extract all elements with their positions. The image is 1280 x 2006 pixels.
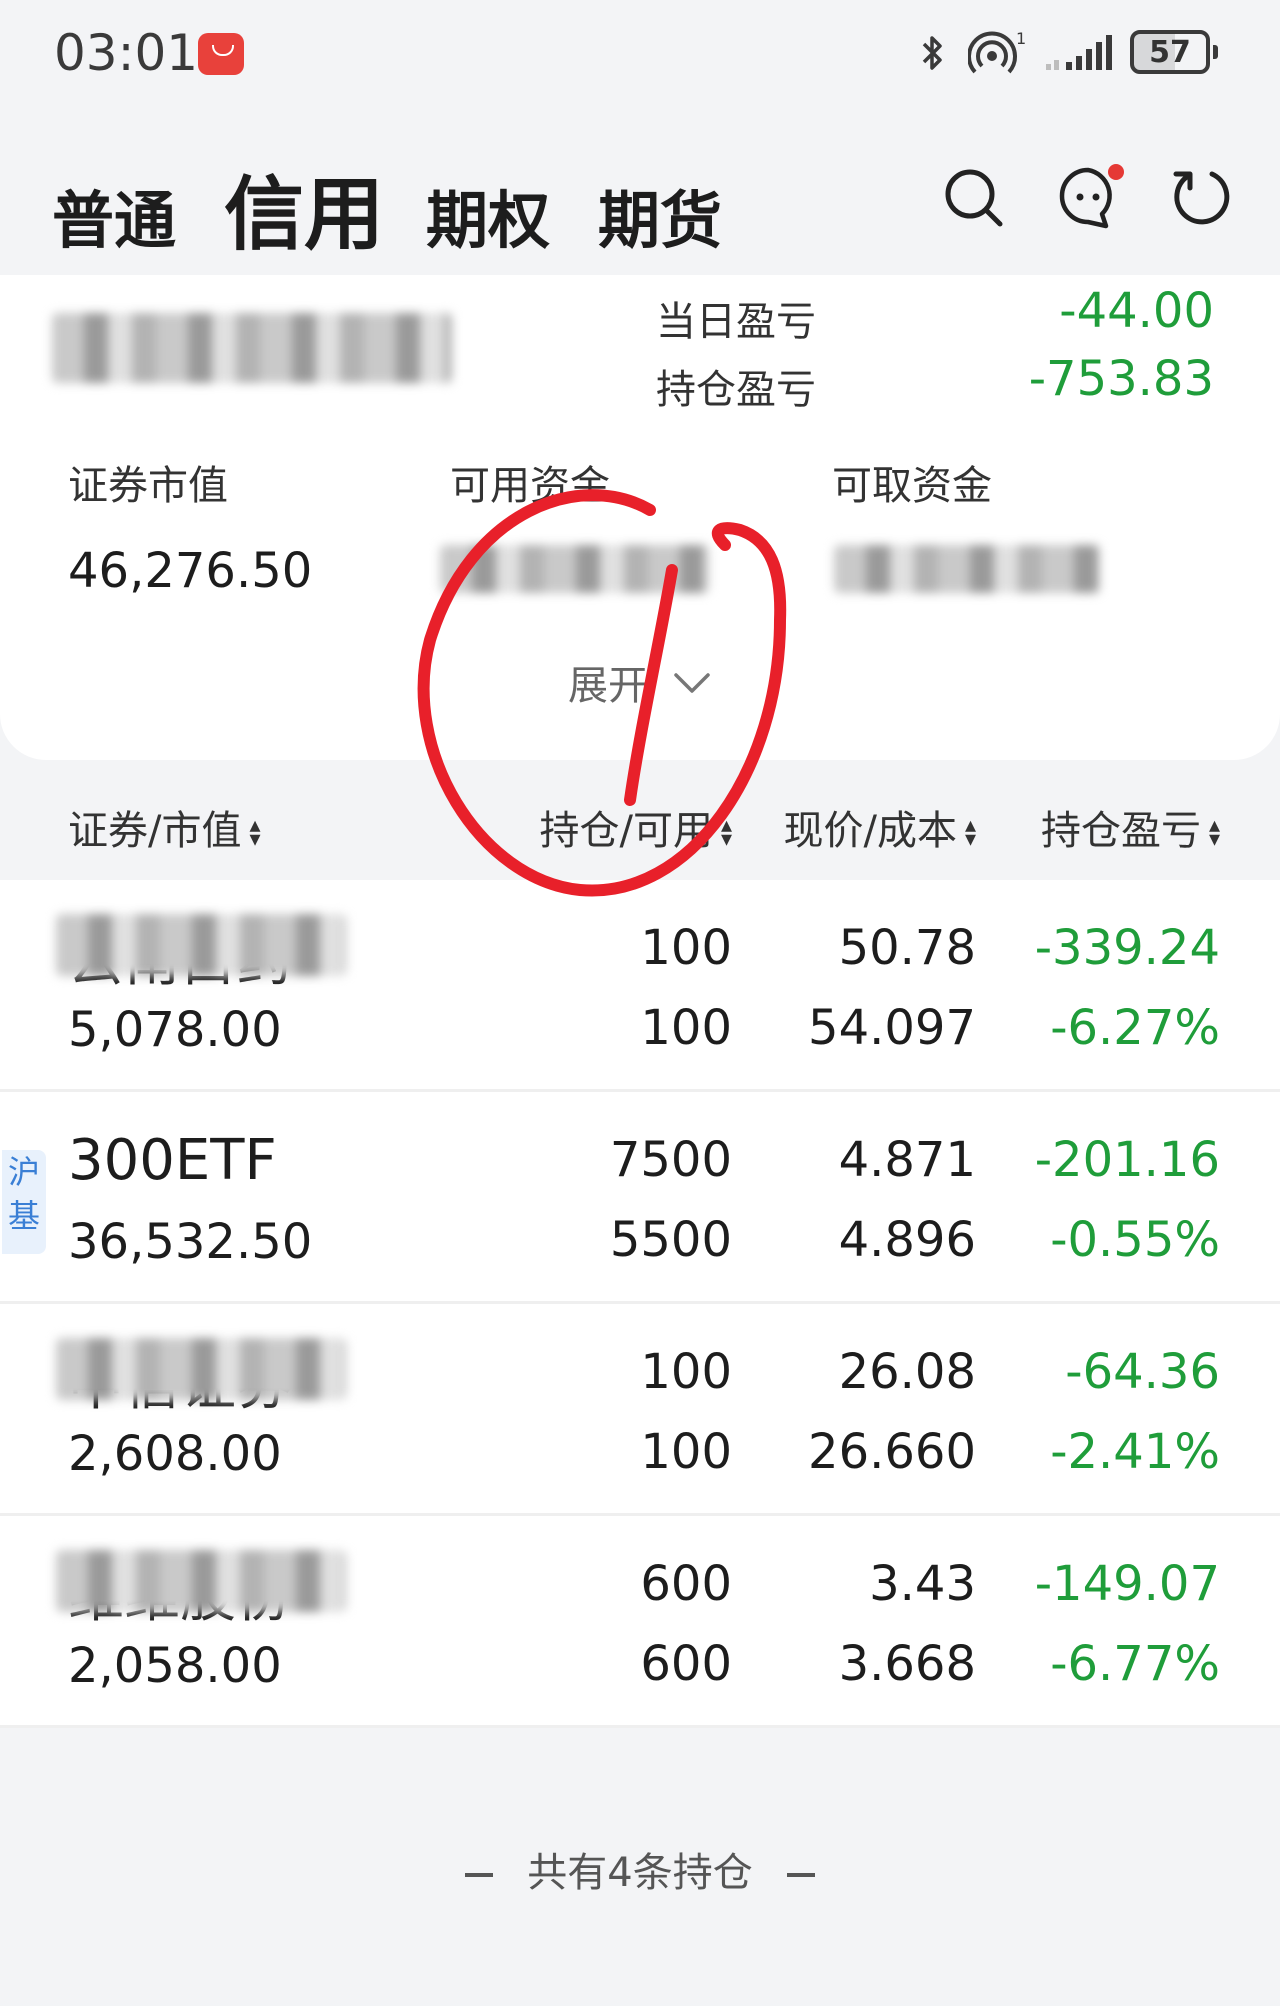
holding-row[interactable]: 沪 基 300ETF 36,532.50 7500 5500 4.871 4.8… (0, 1092, 1280, 1304)
withdrawable-cash-label: 可取资金 (832, 463, 992, 509)
expand-button[interactable]: 展开 (568, 653, 648, 711)
position-qty: 100 (640, 920, 732, 976)
cost-price: 26.660 (808, 1424, 976, 1480)
sort-icon: ▴ ▾ (964, 813, 976, 852)
app-store-icon (198, 33, 244, 75)
security-market-value: 2,608.00 (68, 1426, 282, 1482)
refresh-icon[interactable] (1168, 164, 1232, 228)
holdings-count-text: 共有4条持仓 (527, 1850, 753, 1896)
signal-icon (1046, 35, 1112, 70)
position-pl: -64.36 (1065, 1344, 1220, 1400)
tab-normal[interactable]: 普通 (52, 170, 176, 260)
badge-char: 基 (7, 1197, 40, 1235)
tab-credit[interactable]: 信用 (224, 150, 384, 266)
holdings-count-footer: 共有4条持仓 (0, 1840, 1280, 1898)
battery-icon: 57 (1130, 30, 1218, 74)
current-price: 3.43 (869, 1556, 976, 1612)
available-cash-label: 可用资金 (450, 463, 610, 509)
available-qty: 100 (640, 1000, 732, 1056)
current-price: 26.08 (838, 1344, 976, 1400)
cost-price: 3.668 (838, 1636, 976, 1692)
day-pl-value: -44.00 (1059, 283, 1214, 339)
sort-by-pl[interactable]: 持仓盈亏 ▴ ▾ (1041, 798, 1220, 856)
sort-icon: ▴ ▾ (1208, 813, 1220, 852)
holdings-table-header: 证券/市值 ▴ ▾ 持仓/可用 ▴ ▾ 现价/成本 ▴ ▾ 持仓盈亏 ▴ ▾ (0, 768, 1280, 878)
day-pl-label: 当日盈亏 (656, 299, 816, 345)
sort-by-price[interactable]: 现价/成本 ▴ ▾ (783, 798, 976, 856)
holding-row[interactable]: 维维股份 2,058.00 600 600 3.43 3.668 -149.07… (0, 1516, 1280, 1728)
tab-options[interactable]: 期权 (426, 170, 550, 260)
hold-pl-value: -753.83 (1028, 351, 1214, 407)
market-badge: 沪 基 (2, 1150, 46, 1254)
header-label: 证券/市值 (68, 808, 242, 854)
sort-by-security[interactable]: 证券/市值 ▴ ▾ (68, 798, 261, 856)
current-price: 4.871 (838, 1132, 976, 1188)
hotspot-icon: 1 (968, 30, 1026, 74)
security-market-value: 5,078.00 (68, 1002, 282, 1058)
current-price: 50.78 (838, 920, 976, 976)
header-label: 持仓盈亏 (1040, 808, 1201, 854)
security-name: 300ETF (68, 1128, 277, 1193)
position-pl-pct: -6.77% (1050, 1636, 1220, 1692)
security-name-redacted (56, 1338, 346, 1400)
header-label: 现价/成本 (783, 808, 957, 854)
security-name-redacted (56, 1550, 346, 1612)
position-pl: -201.16 (1034, 1132, 1220, 1188)
battery-text: 57 (1149, 35, 1191, 70)
available-qty: 100 (640, 1424, 732, 1480)
position-pl-pct: -0.55% (1050, 1212, 1220, 1268)
divider (465, 1873, 494, 1877)
divider (786, 1873, 815, 1877)
withdrawable-cash-redacted (834, 545, 1100, 593)
market-value-label: 证券市值 (68, 463, 228, 509)
holdings-list: 云南白药 5,078.00 100 100 50.78 54.097 -339.… (0, 880, 1280, 1728)
account-name-redacted (52, 313, 452, 383)
position-pl: -149.07 (1034, 1556, 1220, 1612)
sort-by-position[interactable]: 持仓/可用 ▴ ▾ (539, 798, 732, 856)
available-qty: 600 (640, 1636, 732, 1692)
position-qty: 100 (640, 1344, 732, 1400)
cost-price: 4.896 (838, 1212, 976, 1268)
svg-text:1: 1 (1016, 30, 1026, 48)
security-market-value: 36,532.50 (68, 1214, 313, 1270)
available-qty: 5500 (609, 1212, 732, 1268)
top-nav: 普通 信用 期权 期货 (0, 140, 1280, 270)
holding-row[interactable]: 云南白药 5,078.00 100 100 50.78 54.097 -339.… (0, 880, 1280, 1092)
position-qty: 600 (640, 1556, 732, 1612)
position-pl-pct: -2.41% (1050, 1424, 1220, 1480)
tab-futures[interactable]: 期货 (598, 170, 722, 260)
message-icon[interactable] (1056, 162, 1128, 232)
position-pl-pct: -6.27% (1050, 1000, 1220, 1056)
sort-icon: ▴ ▾ (249, 813, 261, 852)
market-value: 46,276.50 (68, 543, 313, 599)
available-cash-redacted (440, 545, 710, 593)
badge-char: 沪 (7, 1153, 40, 1191)
security-market-value: 2,058.00 (68, 1638, 282, 1694)
bluetooth-icon (922, 36, 942, 70)
status-time: 03:01 (54, 24, 199, 82)
position-pl: -339.24 (1034, 920, 1220, 976)
status-bar: 03:01 1 57 (0, 0, 1280, 110)
account-summary-card: 当日盈亏 -44.00 持仓盈亏 -753.83 证券市值 可用资金 可取资金 … (0, 275, 1280, 760)
hold-pl-label: 持仓盈亏 (656, 367, 816, 413)
position-qty: 7500 (609, 1132, 732, 1188)
sort-icon: ▴ ▾ (720, 813, 732, 852)
holding-row[interactable]: 中信证券 2,608.00 100 100 26.08 26.660 -64.3… (0, 1304, 1280, 1516)
search-icon[interactable] (942, 166, 1006, 230)
chevron-down-icon[interactable] (672, 671, 712, 697)
cost-price: 54.097 (808, 1000, 976, 1056)
security-name-redacted (56, 914, 346, 976)
header-label: 持仓/可用 (539, 808, 713, 854)
